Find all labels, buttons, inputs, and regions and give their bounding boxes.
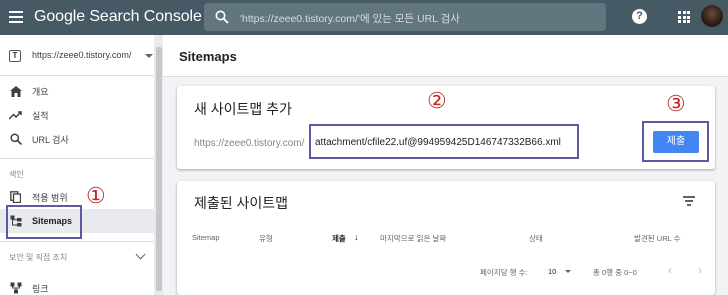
app-title[interactable]: Google Search Console (34, 8, 202, 26)
annotation-number-2: ② (427, 89, 447, 114)
help-icon[interactable]: ? (632, 9, 647, 24)
search-icon (215, 10, 229, 24)
sort-down-icon[interactable]: ↓ (354, 232, 359, 242)
sidebar-item-overview[interactable]: 개요 (0, 79, 154, 103)
search-icon (9, 133, 22, 146)
links-icon (9, 282, 22, 295)
pagination-range: 총 0행 중 0~0 (593, 268, 637, 277)
sitemap-url-input-value: attachment/cfile22.uf@994959425D14674733… (315, 137, 561, 148)
caret-down-icon (145, 54, 153, 58)
sidebar-item-label: 실적 (32, 110, 49, 121)
page-header: Sitemaps (163, 35, 728, 77)
previous-page-icon[interactable]: ‹ (668, 263, 672, 277)
rows-per-page-label: 페이지당 행 수: (480, 268, 528, 277)
tistory-logo-icon: T (9, 50, 21, 62)
property-label: https://zeee0.tistory.com/ (32, 50, 132, 60)
add-sitemap-title: 새 사이트맵 추가 (194, 101, 292, 117)
sidebar-item-label: URL 검사 (32, 134, 69, 145)
account-avatar[interactable] (701, 5, 723, 27)
column-header-status[interactable]: 상태 (529, 233, 543, 244)
url-inspect-search-input[interactable]: 'https://zeee0.tistory.com/'에 있는 모든 URL … (204, 3, 606, 31)
file-copy-icon (9, 191, 22, 204)
rows-per-page-select[interactable]: 10 (548, 267, 556, 276)
submit-button[interactable]: 제출 (653, 131, 699, 153)
submitted-sitemaps-title: 제출된 사이트맵 (194, 195, 289, 211)
property-selector[interactable]: T https://zeee0.tistory.com/ (0, 36, 154, 76)
top-app-bar: Google Search Console 'https://zeee0.tis… (0, 0, 728, 35)
apps-grid-icon[interactable] (678, 11, 690, 23)
column-header-last-read[interactable]: 마지막으로 읽은 날짜 (380, 233, 446, 244)
sidebar-item-label: 개요 (32, 86, 49, 97)
sidebar-scrollbar-thumb[interactable] (156, 47, 162, 291)
menu-icon[interactable] (9, 11, 23, 23)
annotation-box-submit: 제출 (642, 121, 709, 162)
column-header-type[interactable]: 유형 (259, 233, 273, 244)
sitemap-url-prefix: https://zeee0.tistory.com/ (194, 138, 305, 149)
annotation-number-1: ① (86, 184, 106, 209)
sidebar-item-label: 적용 범위 (32, 192, 68, 203)
page-title: Sitemaps (179, 49, 237, 64)
column-header-discovered-urls[interactable]: 발견된 URL 수 (634, 233, 681, 244)
caret-down-icon[interactable] (565, 270, 571, 273)
filter-icon[interactable] (683, 196, 695, 206)
sitemap-url-input[interactable]: attachment/cfile22.uf@994959425D14674733… (309, 124, 579, 159)
sidebar-divider (0, 241, 154, 242)
sidebar-item-performance[interactable]: 실적 (0, 103, 154, 127)
annotation-number-3: ③ (666, 92, 686, 117)
annotation-box-sitemaps (6, 205, 82, 239)
column-header-sitemap[interactable]: Sitemap (192, 233, 220, 242)
search-placeholder: 'https://zeee0.tistory.com/'에 있는 모든 URL … (240, 13, 460, 25)
section-label-index: 색인 (9, 170, 24, 179)
home-icon (9, 85, 22, 98)
sidebar-item-url-inspection[interactable]: URL 검사 (0, 127, 154, 151)
submitted-sitemaps-card: 제출된 사이트맵 Sitemap 유형 제출 ↓ 마지막으로 읽은 날짜 상태 … (177, 181, 715, 295)
sidebar-divider (0, 158, 154, 159)
section-label-security: 보안 및 직접 조치 (9, 253, 68, 262)
sidebar-item-label: 링크 (32, 283, 49, 294)
trending-up-icon (9, 109, 22, 122)
column-header-submitted[interactable]: 제출 (332, 233, 346, 244)
next-page-icon[interactable]: › (698, 263, 702, 277)
sidebar-item-links[interactable]: 링크 (0, 276, 154, 295)
